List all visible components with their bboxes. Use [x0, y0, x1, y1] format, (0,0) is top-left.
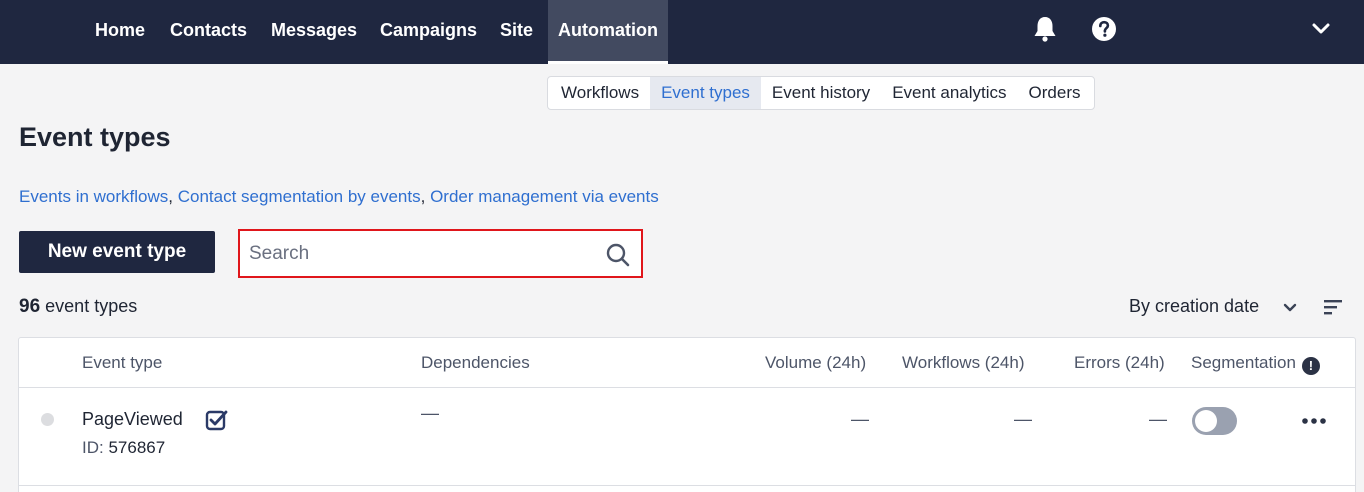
tab-event-analytics[interactable]: Event analytics: [881, 77, 1017, 109]
volume-cell: —: [851, 409, 869, 429]
count-number: 96: [19, 296, 41, 317]
help-links: Events in workflows, Contact segmentatio…: [19, 187, 659, 207]
tab-orders[interactable]: Orders: [1018, 77, 1092, 109]
tab-event-history[interactable]: Event history: [761, 77, 881, 109]
link-order-management[interactable]: Order management via events: [430, 187, 659, 206]
event-name[interactable]: PageViewed: [82, 409, 183, 430]
col-workflows[interactable]: Workflows (24h): [902, 353, 1025, 373]
automation-subtabs: Workflows Event types Event history Even…: [547, 76, 1095, 110]
nav-site[interactable]: Site: [500, 0, 533, 64]
sort-order-icon[interactable]: [1323, 298, 1343, 316]
count-suffix: event types: [45, 296, 138, 316]
verified-check-icon: [205, 408, 229, 432]
status-dot: [41, 413, 54, 426]
nav-messages[interactable]: Messages: [271, 0, 357, 64]
event-id-value: 576867: [108, 438, 166, 457]
dependencies-cell: —: [421, 403, 439, 423]
link-contact-segmentation[interactable]: Contact segmentation by events: [178, 187, 421, 206]
table-header: Event type Dependencies Volume (24h) Wor…: [19, 338, 1355, 388]
link-separator: ,: [168, 187, 178, 206]
search-input[interactable]: [249, 241, 589, 267]
col-dependencies[interactable]: Dependencies: [421, 353, 530, 373]
col-volume[interactable]: Volume (24h): [765, 353, 866, 373]
col-errors[interactable]: Errors (24h): [1074, 353, 1165, 373]
event-id: ID: 576867: [82, 438, 165, 458]
col-event-type[interactable]: Event type: [82, 353, 162, 373]
more-options-icon[interactable]: [1301, 413, 1327, 424]
workflows-cell: —: [1014, 409, 1032, 429]
event-types-table: Event type Dependencies Volume (24h) Wor…: [18, 337, 1356, 492]
sort-dropdown[interactable]: By creation date: [1129, 296, 1259, 317]
link-separator: ,: [420, 187, 431, 206]
errors-cell: —: [1149, 409, 1167, 429]
new-event-type-button[interactable]: New event type: [19, 231, 215, 273]
table-row[interactable]: PageViewed ID: 576867 — — — —: [19, 389, 1355, 486]
tab-event-types[interactable]: Event types: [650, 77, 761, 109]
nav-home[interactable]: Home: [95, 0, 145, 64]
chevron-down-icon[interactable]: [1306, 14, 1336, 44]
top-nav: Home Contacts Messages Campaigns Site Au…: [0, 0, 1364, 64]
event-id-label: ID:: [82, 438, 104, 457]
search-icon[interactable]: [605, 242, 631, 268]
nav-automation[interactable]: Automation: [548, 0, 668, 64]
sort-chevron-icon[interactable]: [1281, 298, 1299, 316]
col-segmentation[interactable]: Segmentation!: [1191, 353, 1320, 375]
nav-campaigns[interactable]: Campaigns: [380, 0, 477, 64]
event-type-count: 96 event types: [19, 296, 137, 318]
help-icon[interactable]: [1089, 14, 1119, 44]
tab-workflows[interactable]: Workflows: [550, 77, 650, 109]
nav-contacts[interactable]: Contacts: [170, 0, 247, 64]
search-box: [238, 229, 643, 278]
link-events-in-workflows[interactable]: Events in workflows: [19, 187, 168, 206]
page-title: Event types: [19, 122, 171, 152]
bell-icon[interactable]: [1030, 14, 1060, 44]
toggle-knob: [1195, 410, 1217, 432]
info-icon[interactable]: !: [1301, 357, 1320, 375]
segmentation-toggle[interactable]: [1192, 407, 1237, 435]
col-segmentation-label: Segmentation: [1191, 353, 1296, 372]
